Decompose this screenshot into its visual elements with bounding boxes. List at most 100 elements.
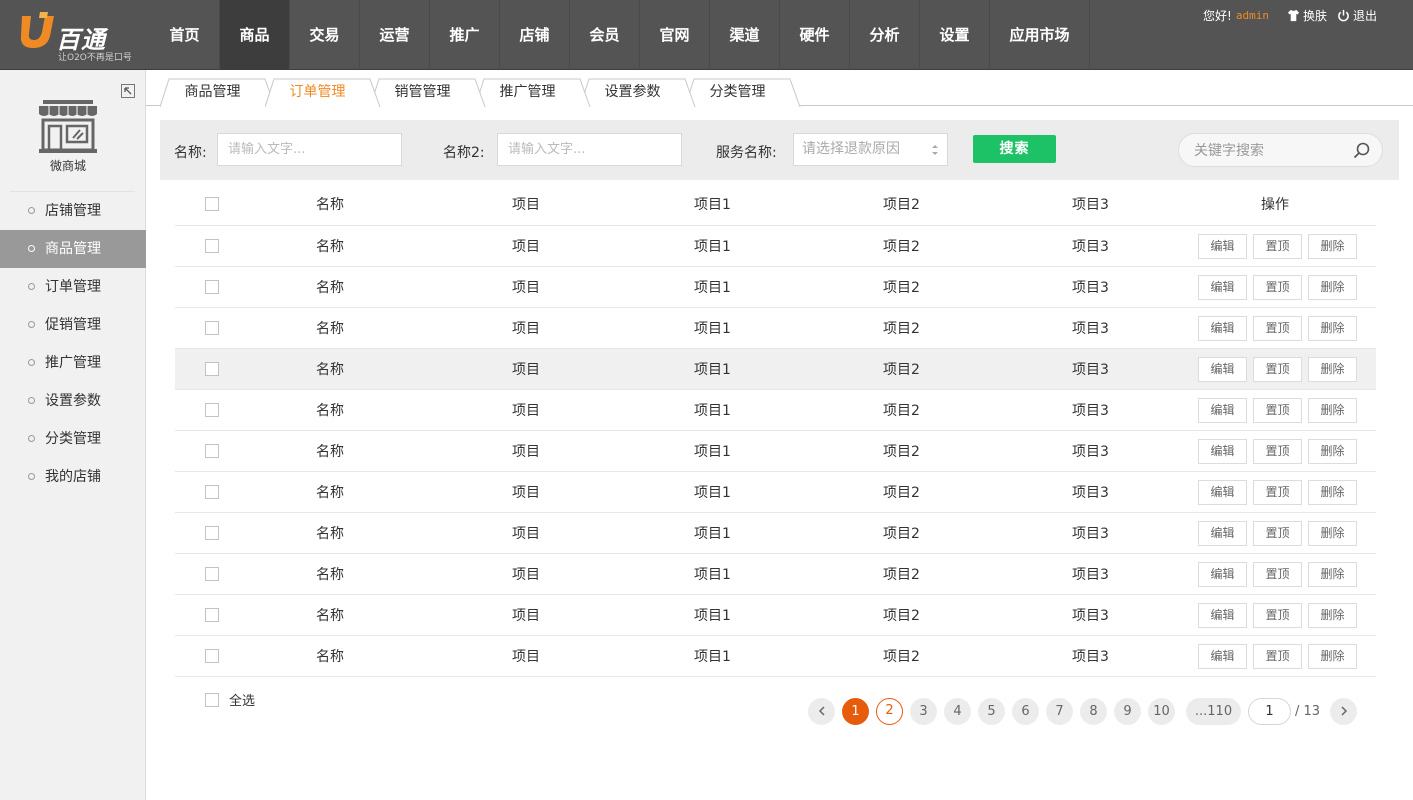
delete-button[interactable]: 删除 [1308, 316, 1357, 341]
edit-button[interactable]: 编辑 [1198, 480, 1247, 505]
pin-top-button[interactable]: 置顶 [1253, 398, 1302, 423]
page-button-6[interactable]: 7 [1046, 698, 1073, 725]
page-button-10[interactable]: ...110 [1186, 698, 1241, 725]
edit-button[interactable]: 编辑 [1198, 316, 1247, 341]
name2-input[interactable] [497, 133, 682, 166]
nav-item-8[interactable]: 渠道 [710, 0, 780, 70]
pin-top-button[interactable]: 置顶 [1253, 439, 1302, 464]
page-button-0[interactable]: 1 [842, 698, 869, 725]
collapse-sidebar-button[interactable] [121, 84, 135, 98]
name-input[interactable] [217, 133, 402, 166]
nav-item-11[interactable]: 设置 [920, 0, 990, 70]
page-button-1[interactable]: 2 [876, 698, 903, 725]
delete-button[interactable]: 删除 [1308, 357, 1357, 382]
row-checkbox[interactable] [205, 485, 219, 499]
sidebar-item-3[interactable]: 促销管理 [0, 306, 146, 344]
table-row[interactable]: 名称 项目 项目1 项目2 项目3 编辑 置顶 删除 [175, 226, 1376, 267]
delete-button[interactable]: 删除 [1308, 521, 1357, 546]
table-row[interactable]: 名称 项目 项目1 项目2 项目3 编辑 置顶 删除 [175, 267, 1376, 308]
delete-button[interactable]: 删除 [1308, 439, 1357, 464]
nav-item-12[interactable]: 应用市场 [990, 0, 1090, 70]
nav-item-9[interactable]: 硬件 [780, 0, 850, 70]
delete-button[interactable]: 删除 [1308, 562, 1357, 587]
edit-button[interactable]: 编辑 [1198, 521, 1247, 546]
table-row[interactable]: 名称 项目 项目1 项目2 项目3 编辑 置顶 删除 [175, 472, 1376, 513]
pin-top-button[interactable]: 置顶 [1253, 644, 1302, 669]
sidebar-item-4[interactable]: 推广管理 [0, 344, 146, 382]
page-button-2[interactable]: 3 [910, 698, 937, 725]
row-checkbox[interactable] [205, 567, 219, 581]
edit-button[interactable]: 编辑 [1198, 234, 1247, 259]
next-page-button[interactable] [1330, 698, 1357, 725]
pin-top-button[interactable]: 置顶 [1253, 234, 1302, 259]
table-row[interactable]: 名称 项目 项目1 项目2 项目3 编辑 置顶 删除 [175, 431, 1376, 472]
edit-button[interactable]: 编辑 [1198, 439, 1247, 464]
page-button-7[interactable]: 8 [1080, 698, 1107, 725]
nav-item-4[interactable]: 推广 [430, 0, 500, 70]
search-icon[interactable] [1353, 142, 1370, 159]
pin-top-button[interactable]: 置顶 [1253, 275, 1302, 300]
delete-button[interactable]: 删除 [1308, 644, 1357, 669]
edit-button[interactable]: 编辑 [1198, 398, 1247, 423]
header-checkbox[interactable] [205, 197, 219, 211]
row-checkbox[interactable] [205, 444, 219, 458]
page-button-8[interactable]: 9 [1114, 698, 1141, 725]
sidebar-item-2[interactable]: 订单管理 [0, 268, 146, 306]
nav-item-7[interactable]: 官网 [640, 0, 710, 70]
row-checkbox[interactable] [205, 649, 219, 663]
table-row[interactable]: 名称 项目 项目1 项目2 项目3 编辑 置顶 删除 [175, 390, 1376, 431]
page-jump-input[interactable] [1248, 698, 1291, 725]
username[interactable]: admin [1236, 9, 1269, 22]
edit-button[interactable]: 编辑 [1198, 275, 1247, 300]
table-row[interactable]: 名称 项目 项目1 项目2 项目3 编辑 置顶 删除 [175, 554, 1376, 595]
delete-button[interactable]: 删除 [1308, 480, 1357, 505]
pin-top-button[interactable]: 置顶 [1253, 480, 1302, 505]
nav-item-0[interactable]: 首页 [150, 0, 220, 70]
row-checkbox[interactable] [205, 608, 219, 622]
brand-logo[interactable]: 百通 让O2O不再是口号 [18, 10, 138, 63]
sidebar-item-1[interactable]: 商品管理 [0, 230, 146, 268]
row-checkbox[interactable] [205, 280, 219, 294]
nav-item-3[interactable]: 运营 [360, 0, 430, 70]
page-button-3[interactable]: 4 [944, 698, 971, 725]
sidebar-item-0[interactable]: 店铺管理 [0, 192, 146, 230]
delete-button[interactable]: 删除 [1308, 603, 1357, 628]
sidebar-item-7[interactable]: 我的店铺 [0, 458, 146, 496]
edit-button[interactable]: 编辑 [1198, 644, 1247, 669]
row-checkbox[interactable] [205, 403, 219, 417]
edit-button[interactable]: 编辑 [1198, 603, 1247, 628]
row-checkbox[interactable] [205, 526, 219, 540]
skin-button[interactable]: 换肤 [1287, 7, 1327, 24]
table-row[interactable]: 名称 项目 项目1 项目2 项目3 编辑 置顶 删除 [175, 513, 1376, 554]
search-button[interactable]: 搜索 [973, 135, 1056, 163]
pin-top-button[interactable]: 置顶 [1253, 521, 1302, 546]
table-row[interactable]: 名称 项目 项目1 项目2 项目3 编辑 置顶 删除 [175, 636, 1376, 677]
nav-item-5[interactable]: 店铺 [500, 0, 570, 70]
pin-top-button[interactable]: 置顶 [1253, 562, 1302, 587]
table-row[interactable]: 名称 项目 项目1 项目2 项目3 编辑 置顶 删除 [175, 308, 1376, 349]
page-button-5[interactable]: 6 [1012, 698, 1039, 725]
sidebar-item-6[interactable]: 分类管理 [0, 420, 146, 458]
row-checkbox[interactable] [205, 239, 219, 253]
delete-button[interactable]: 删除 [1308, 398, 1357, 423]
row-checkbox[interactable] [205, 362, 219, 376]
table-row[interactable]: 名称 项目 项目1 项目2 项目3 编辑 置顶 删除 [175, 349, 1376, 390]
table-row[interactable]: 名称 项目 项目1 项目2 项目3 编辑 置顶 删除 [175, 595, 1376, 636]
edit-button[interactable]: 编辑 [1198, 357, 1247, 382]
delete-button[interactable]: 删除 [1308, 275, 1357, 300]
keyword-input[interactable] [1194, 141, 1344, 161]
page-button-4[interactable]: 5 [978, 698, 1005, 725]
page-button-9[interactable]: 10 [1148, 698, 1175, 725]
row-checkbox[interactable] [205, 321, 219, 335]
tab-0[interactable]: 商品管理 [160, 78, 276, 107]
nav-item-2[interactable]: 交易 [290, 0, 360, 70]
select-all[interactable]: 全选 [205, 690, 255, 709]
pin-top-button[interactable]: 置顶 [1253, 603, 1302, 628]
select-all-checkbox[interactable] [205, 692, 219, 707]
tab-1[interactable]: 订单管理 [265, 78, 381, 107]
pin-top-button[interactable]: 置顶 [1253, 316, 1302, 341]
prev-page-button[interactable] [808, 698, 835, 725]
logout-button[interactable]: 退出 [1337, 7, 1377, 24]
service-select[interactable]: 请选择退款原因 [793, 133, 948, 166]
edit-button[interactable]: 编辑 [1198, 562, 1247, 587]
